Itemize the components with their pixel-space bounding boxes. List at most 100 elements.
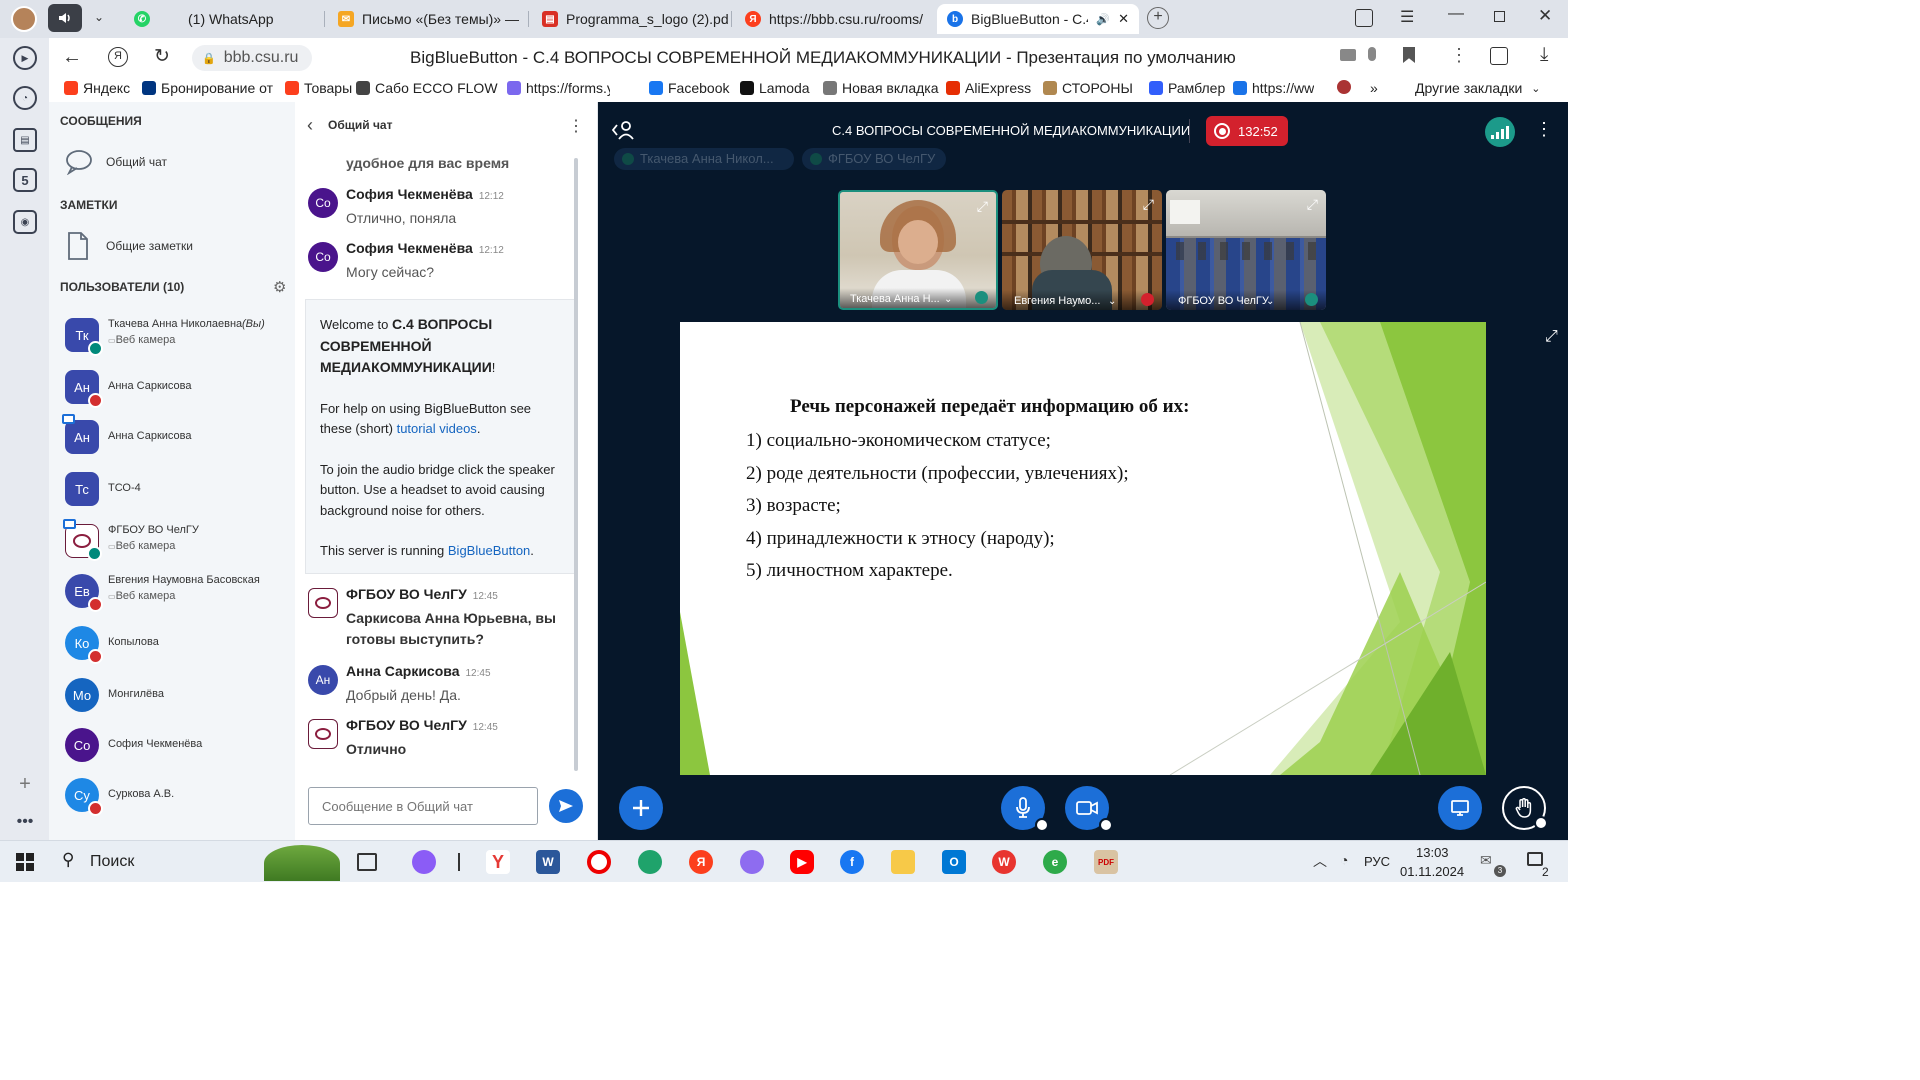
- input-language[interactable]: РУС: [1364, 854, 1390, 869]
- file-explorer-icon[interactable]: [891, 850, 915, 874]
- history-icon[interactable]: ◔: [13, 86, 37, 110]
- more-dots-icon[interactable]: •••: [13, 810, 37, 834]
- bookmark-icon[interactable]: [1403, 47, 1415, 63]
- bookmark-item[interactable]: Новая вкладка: [823, 80, 939, 96]
- camera-permission-icon[interactable]: [1340, 49, 1356, 61]
- new-tab-button[interactable]: +: [1147, 7, 1169, 29]
- outlook-icon[interactable]: O: [942, 850, 966, 874]
- chat-scrollbar[interactable]: [574, 158, 578, 771]
- mic-options-chevron-icon[interactable]: [1035, 818, 1049, 832]
- edge-icon[interactable]: [638, 850, 662, 874]
- video-menu-chevron-icon[interactable]: ⌄: [1266, 296, 1274, 307]
- tab-bbb-rooms[interactable]: Я https://bbb.csu.ru/rooms/: [735, 4, 931, 34]
- wps-icon[interactable]: W: [992, 850, 1016, 874]
- tab-list-chevron-icon[interactable]: ⌄: [90, 10, 108, 28]
- chat-options-icon[interactable]: ⋮: [568, 116, 584, 136]
- user-list-item[interactable]: Ан Анна Саркисова: [49, 414, 295, 460]
- user-list-item[interactable]: Тк Ткачева Анна Николаевна (Вы) ▭Веб камера: [49, 312, 295, 358]
- user-list-item[interactable]: Со София Чекменёва: [49, 722, 295, 768]
- close-tab-icon[interactable]: ✕: [1118, 11, 1129, 27]
- mic-permission-icon[interactable]: [1368, 47, 1376, 61]
- bookmark-item[interactable]: https://ww: [1233, 80, 1314, 96]
- connection-status-icon[interactable]: [1485, 117, 1515, 147]
- screenshot-icon[interactable]: ◉: [13, 210, 37, 234]
- collections-icon[interactable]: [1355, 9, 1373, 27]
- taskbar-search[interactable]: ⚲ Поиск: [52, 841, 342, 882]
- expand-video-icon[interactable]: ⤢: [977, 198, 988, 215]
- green-e-icon[interactable]: e: [1043, 850, 1067, 874]
- close-window-icon[interactable]: ✕: [1538, 6, 1552, 26]
- send-message-button[interactable]: [549, 789, 583, 823]
- public-chat-entry[interactable]: Общий чат: [59, 146, 285, 178]
- bookmark-item[interactable]: Бронирование от: [142, 80, 273, 96]
- video-tile[interactable]: ⤢ Ткачева Анна Н... ⌄: [838, 190, 998, 310]
- tray-chevron-icon[interactable]: ︿: [1313, 851, 1327, 871]
- bookmark-item[interactable]: Яндекс: [64, 80, 130, 96]
- bookmark-item[interactable]: https://forms.yanc: [507, 80, 610, 96]
- video-tile[interactable]: ⤢ ФГБОУ ВО ЧелГУ ⌄: [1166, 190, 1326, 310]
- video-tile[interactable]: ⤢ Евгения Наумо... ⌄: [1002, 190, 1162, 310]
- microphone-button[interactable]: [1001, 786, 1049, 832]
- tab-bbb-active[interactable]: b BigBlueButton - С.4 🔊 ✕: [937, 4, 1139, 34]
- users-settings-gear-icon[interactable]: ⚙: [273, 278, 286, 296]
- tab-mail[interactable]: ✉ Письмо «(Без темы)» — М: [328, 4, 524, 34]
- bookmark-item[interactable]: СТОРОНЫ: [1043, 80, 1133, 96]
- video-menu-chevron-icon[interactable]: ⌄: [1108, 296, 1116, 307]
- reload-icon[interactable]: ↻: [154, 45, 170, 68]
- bookmark-item[interactable]: Facebook: [649, 80, 729, 96]
- user-list-item[interactable]: Ан Анна Саркисова: [49, 364, 295, 410]
- tutorial-videos-link[interactable]: tutorial videos: [397, 421, 477, 436]
- mail-tray-icon[interactable]: ✉: [1480, 852, 1492, 869]
- yandex-shield-icon[interactable]: Я: [108, 47, 128, 67]
- user-list-item[interactable]: Ев Евгения Наумовна Басовская ▭Веб камера: [49, 568, 295, 614]
- youtube-icon[interactable]: ▶: [790, 850, 814, 874]
- five-app-icon[interactable]: 5: [13, 168, 37, 192]
- wifi-icon[interactable]: ◔: [1340, 852, 1348, 868]
- opera-icon[interactable]: [587, 850, 611, 874]
- profile-avatar[interactable]: [11, 6, 37, 32]
- word-icon[interactable]: W: [536, 850, 560, 874]
- toggle-userlist-icon[interactable]: [611, 120, 637, 140]
- task-view-icon[interactable]: [357, 853, 377, 871]
- back-arrow-icon[interactable]: ←: [62, 46, 82, 69]
- user-list-item[interactable]: Су Суркова А.В.: [49, 772, 295, 818]
- address-domain-field[interactable]: 🔒 bbb.csu.ru: [192, 45, 312, 71]
- add-panel-icon[interactable]: +: [13, 772, 37, 796]
- menu-icon[interactable]: ☰: [1400, 7, 1414, 27]
- hand-options-chevron-icon[interactable]: [1534, 816, 1548, 830]
- more-vertical-icon[interactable]: ⋮: [1450, 45, 1468, 66]
- user-list-item[interactable]: Тс ТСО-4: [49, 466, 295, 512]
- user-list-item[interactable]: Ко Копылова: [49, 620, 295, 666]
- bookmark-item[interactable]: Рамблер: [1149, 80, 1225, 96]
- clock-time[interactable]: 13:03: [1416, 845, 1449, 860]
- chat-message-input[interactable]: [308, 787, 538, 825]
- bookmark-item[interactable]: Lamoda: [740, 80, 810, 96]
- user-list-item[interactable]: Мо Монгилёва: [49, 672, 295, 718]
- tab-whatsapp[interactable]: ✆ (1) WhatsApp: [124, 4, 320, 34]
- other-bookmarks[interactable]: Другие закладки ⌄: [1415, 80, 1541, 96]
- tab-audio-button[interactable]: [48, 4, 82, 32]
- bookmark-item[interactable]: Сабо ECCO FLOW: [356, 80, 498, 96]
- extensions-icon[interactable]: [1490, 47, 1508, 65]
- collections-side-icon[interactable]: ▤: [13, 128, 37, 152]
- extension-bookmark-icon[interactable]: [1337, 80, 1351, 94]
- alice-icon[interactable]: [412, 850, 436, 874]
- restore-window-icon[interactable]: —: [1448, 5, 1464, 23]
- notification-center-icon[interactable]: [1527, 852, 1543, 866]
- bookmark-item[interactable]: Товары: [285, 80, 352, 96]
- share-screen-button[interactable]: [1438, 786, 1482, 830]
- yandex-browser-icon[interactable]: Y: [486, 850, 510, 874]
- windows-start-icon[interactable]: [16, 853, 34, 871]
- meeting-options-icon[interactable]: ⋮: [1535, 119, 1553, 140]
- expand-video-icon[interactable]: ⤢: [1307, 196, 1318, 213]
- pdf24-icon[interactable]: PDF: [1094, 850, 1118, 874]
- expand-video-icon[interactable]: ⤢: [1143, 196, 1154, 213]
- photos-icon[interactable]: [740, 850, 764, 874]
- video-menu-chevron-icon[interactable]: ⌄: [944, 294, 952, 305]
- recording-indicator[interactable]: 132:52: [1206, 116, 1288, 146]
- chat-back-chevron-icon[interactable]: ‹: [307, 115, 313, 136]
- clock-date[interactable]: 01.11.2024: [1400, 864, 1464, 879]
- camera-options-chevron-icon[interactable]: [1099, 818, 1113, 832]
- actions-plus-button[interactable]: [619, 786, 663, 830]
- fullscreen-presentation-icon[interactable]: ⤢: [1545, 328, 1558, 346]
